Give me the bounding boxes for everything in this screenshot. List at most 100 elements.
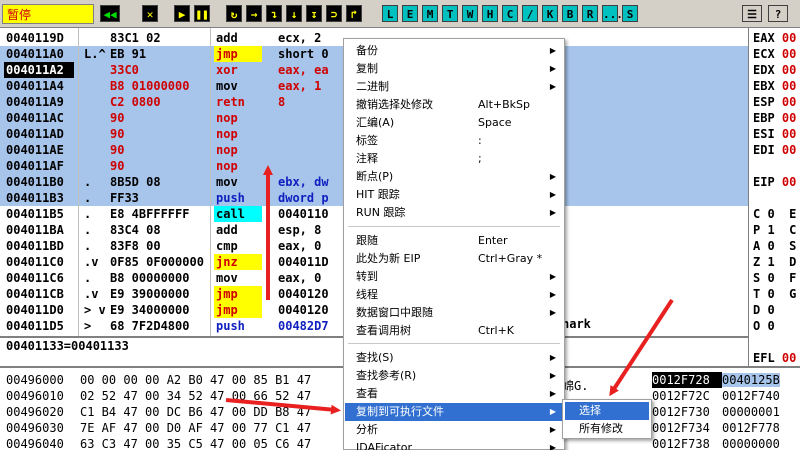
menu-item[interactable]: 查找(S) ▶	[345, 349, 564, 367]
menu-item[interactable]: 分析 ▶	[345, 421, 564, 439]
run-trace-window-button[interactable]: ...	[602, 5, 623, 22]
menu-item[interactable]: HIT 跟踪 ▶	[345, 186, 564, 204]
register-line[interactable]: ESI 00	[753, 126, 796, 142]
execute-till-return-button[interactable]: ↧	[306, 5, 322, 22]
disasm-hex: C2 0800	[110, 95, 161, 109]
menu-item[interactable]: 转到 ▶	[345, 268, 564, 286]
menu-item[interactable]: 备份 ▶	[345, 42, 564, 60]
dump-address[interactable]: 00496030	[6, 420, 64, 436]
source-window-button[interactable]: S	[622, 5, 638, 22]
menu-item[interactable]: 二进制 ▶	[345, 78, 564, 96]
menu-item[interactable]: 线程 ▶	[345, 286, 564, 304]
menu-item[interactable]: 数据窗口中跟随 ▶	[345, 304, 564, 322]
references-window-button[interactable]: R	[582, 5, 598, 22]
menu-item[interactable]: 撤销选择处修改 Alt+BkSp	[345, 96, 564, 114]
modules-window-button[interactable]: E	[402, 5, 418, 22]
menu-item[interactable]: 查看调用树 Ctrl+K	[345, 322, 564, 340]
register-line[interactable]: EFL 00	[753, 350, 796, 366]
register-line[interactable]: T 0 G	[753, 286, 796, 302]
menu-item[interactable]: RUN 跟踪 ▶	[345, 204, 564, 222]
step-over-button[interactable]: →	[246, 5, 262, 22]
register-line[interactable]: C 0 E	[753, 206, 796, 222]
stack-row[interactable]: 0012F72C 0012F740	[652, 388, 780, 404]
dump-address[interactable]: 00496040	[6, 436, 64, 450]
trace-into-button[interactable]: ↴	[266, 5, 282, 22]
restart-button[interactable]: ◀◀	[100, 5, 120, 22]
threads-window-button[interactable]: T	[442, 5, 458, 22]
dump-bytes[interactable]: 00 00 00 00 A2 B0 47 00 85 B1 47	[80, 372, 311, 388]
register-line[interactable]: S 0 F	[753, 270, 796, 286]
breakpoints-window-button[interactable]: B	[562, 5, 578, 22]
windows-window-button[interactable]: W	[462, 5, 478, 22]
register-line[interactable]: EDI 00	[753, 142, 796, 158]
stack-row[interactable]: 0012F730 00000001	[652, 404, 780, 420]
menu-item[interactable]: 复制 ▶	[345, 60, 564, 78]
status-indicator: 暂停	[2, 4, 94, 24]
menu-item-label: 复制	[356, 62, 378, 75]
register-line[interactable]: EAX 00	[753, 30, 796, 46]
dump-address[interactable]: 00496010	[6, 388, 64, 404]
register-line[interactable]: O 0	[753, 318, 775, 334]
disasm-hex: 68 7F2D4800	[110, 319, 190, 333]
options-button[interactable]: ☰	[742, 5, 762, 22]
patches-window-button[interactable]: /	[522, 5, 538, 22]
goto-button[interactable]: ⊃	[326, 5, 342, 22]
dump-address[interactable]: 00496000	[6, 372, 64, 388]
stack-row[interactable]: 0012F734 0012F778	[652, 420, 780, 436]
menu-item-label: HIT 跟踪	[356, 188, 400, 201]
registers-pane[interactable]: EAX 00 ECX 00 EDX 00 EBX 00 ESP 00 EBP 00 ESI …	[748, 28, 800, 420]
menu-item[interactable]: 跟随 Enter	[345, 232, 564, 250]
step-into-button[interactable]: ↻	[226, 5, 242, 22]
submenu-item-all-modifications[interactable]: 所有修改	[565, 420, 649, 438]
disasm-mnemonic: xor	[216, 63, 238, 77]
handles-window-button[interactable]: H	[482, 5, 498, 22]
menu-item[interactable]: 标签:	[345, 132, 564, 150]
register-line[interactable]: EBX 00	[753, 78, 796, 94]
menu-item[interactable]: 查看 ▶	[345, 385, 564, 403]
trace-over-button[interactable]: ↓	[286, 5, 302, 22]
register-line[interactable]: P 1 C	[753, 222, 796, 238]
menu-item[interactable]: 此处为新 EIP Ctrl+Gray *	[345, 250, 564, 268]
dump-bytes[interactable]: C1 B4 47 00 DC B6 47 00 DD B8 47	[80, 404, 311, 420]
pause-button[interactable]: ❚❚	[194, 5, 210, 22]
stack-row[interactable]: 0012F728 0040125B	[652, 372, 780, 388]
menu-item[interactable]: 注释;	[345, 150, 564, 168]
register-line[interactable]: A 0 S	[753, 238, 796, 254]
submenu-item-selection[interactable]: 选择	[565, 402, 649, 420]
menu-item[interactable]: 复制到可执行文件 ▶	[345, 403, 564, 421]
dump-bytes[interactable]: 02 52 47 00 34 52 47 00 66 52 47	[80, 388, 311, 404]
menu-item[interactable]: 汇编(A) Space	[345, 114, 564, 132]
dump-bytes[interactable]: 7E AF 47 00 D0 AF 47 00 77 C1 47	[80, 420, 311, 436]
dump-address[interactable]: 00496020	[6, 404, 64, 420]
register-line[interactable]: EIP 00	[753, 174, 796, 190]
menu-item[interactable]: 断点(P) ▶	[345, 168, 564, 186]
disasm-address: 004011C6	[6, 271, 64, 285]
stack-row[interactable]: 0012F738 00000000	[652, 436, 780, 450]
cpu-window-button[interactable]: C	[502, 5, 518, 22]
callstack-window-button[interactable]: K	[542, 5, 558, 22]
submenu-arrow-icon: ▶	[549, 290, 556, 299]
menu-item-label: 跟随	[356, 234, 378, 247]
disasm-hex: EB 91	[110, 47, 147, 61]
follow-button[interactable]: ↱	[346, 5, 362, 22]
log-window-button[interactable]: L	[382, 5, 398, 22]
menu-item-label: 线程	[356, 288, 378, 301]
register-line[interactable]: D 0	[753, 302, 775, 318]
menu-item[interactable]: IDAFicator ▶	[345, 439, 564, 450]
register-line[interactable]: Z 1 D	[753, 254, 796, 270]
menu-item-shortcut: :	[478, 134, 482, 147]
register-line[interactable]: EDX 00	[753, 62, 796, 78]
close-button[interactable]: ✕	[142, 5, 158, 22]
menu-item[interactable]: 查找参考(R) ▶	[345, 367, 564, 385]
register-line[interactable]: ECX 00	[753, 46, 796, 62]
help-button[interactable]: ?	[768, 5, 788, 22]
dump-bytes[interactable]: 63 C3 47 00 35 C5 47 00 05 C6 47	[80, 436, 311, 450]
memory-window-button[interactable]: M	[422, 5, 438, 22]
register-line[interactable]: EBP 00	[753, 110, 796, 126]
stack-pane[interactable]: 0012F728 0040125B 0012F72C 0012F740 0012F730…	[648, 366, 800, 450]
run-button[interactable]: ▶	[174, 5, 190, 22]
dump-ascii: 婂G.	[562, 379, 589, 393]
register-line[interactable]: ESP 00	[753, 94, 796, 110]
menu-item-shortcut: Alt+BkSp	[478, 98, 530, 111]
disasm-address: 004011D0	[6, 303, 64, 317]
